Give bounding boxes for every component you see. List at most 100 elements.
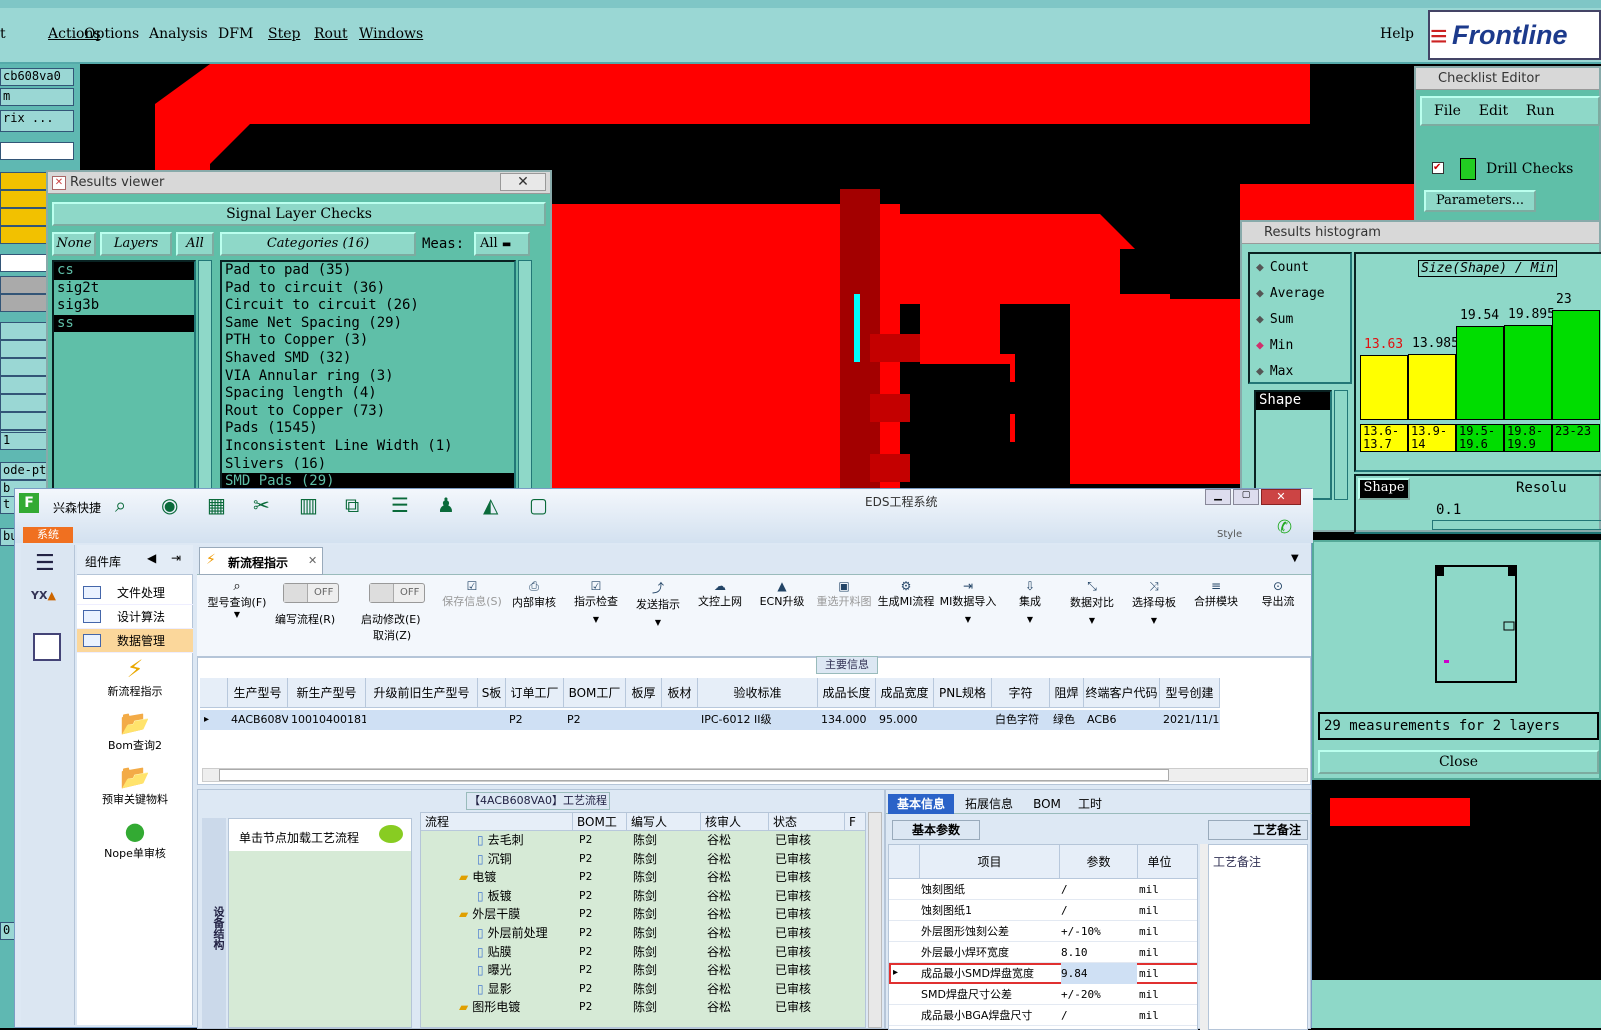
table-cell[interactable] <box>478 710 506 730</box>
toolbar-button[interactable]: ▲ ECN升级 <box>751 579 813 609</box>
layer-item[interactable]: sig2t <box>54 280 194 298</box>
flow-row[interactable]: ▯ 沉铜 P2 陈剑 谷松 已审核 <box>421 850 865 869</box>
menu-item-options[interactable]: Options <box>84 26 139 42</box>
flow-column-header[interactable]: F <box>845 813 865 831</box>
toolbar-button[interactable]: ⇥ MI数据导入 ▼ <box>937 579 999 624</box>
category-item[interactable]: Shaved SMD (32) <box>222 350 514 368</box>
toolbar-button[interactable]: ⤡ 数据对比 ▼ <box>1061 579 1123 625</box>
flow-row[interactable]: ▯ 曝光 P2 陈剑 谷松 已审核 <box>421 961 865 980</box>
flow-column-header[interactable]: 核审人 <box>701 813 769 831</box>
category-item[interactable]: Circuit to circuit (26) <box>222 297 514 315</box>
stat-option-count[interactable]: ◆ Count <box>1256 260 1309 275</box>
column-header[interactable]: 生产型号 <box>228 678 288 708</box>
layer-row[interactable] <box>0 142 74 160</box>
menu-item-step[interactable]: Step <box>268 26 300 42</box>
toolbar-button[interactable]: ☁ 文控上网 <box>689 579 751 609</box>
check-icon[interactable]: ✔ <box>1432 162 1444 174</box>
shape-scrollbar[interactable] <box>1334 390 1348 500</box>
flow-scrollbar[interactable] <box>868 812 882 1028</box>
minimize-icon[interactable]: ▁ <box>1205 489 1231 505</box>
category-item[interactable]: PTH to Copper (3) <box>222 332 514 350</box>
param-row[interactable]: 蚀刻图纸 / mil <box>889 879 1197 900</box>
params-scrollbar[interactable] <box>1200 844 1208 1030</box>
device-struct-tab[interactable]: 设备结构 <box>202 818 226 1028</box>
window-icon[interactable]: ▢ <box>529 493 548 517</box>
toolbar-button[interactable]: ▣ 重选开料图 <box>813 579 875 609</box>
close-icon[interactable]: ✕ <box>500 173 546 191</box>
category-item[interactable]: Pads (1545) <box>222 420 514 438</box>
tool-item[interactable]: ⚡ 新流程指示 <box>77 655 193 709</box>
flow-row[interactable]: ▯ 显影 P2 陈剑 谷松 已审核 <box>421 980 865 999</box>
categories-list[interactable]: Pad to pad (35) Pad to circuit (36) Circui… <box>220 260 516 500</box>
param-row[interactable]: 外层图形蚀刻公差 +/-10% mil <box>889 921 1197 942</box>
flow-row[interactable]: ▯ 贴膜 P2 陈剑 谷松 已审核 <box>421 943 865 962</box>
column-header[interactable]: 板材 <box>662 678 698 708</box>
model-query-button[interactable]: ⌕ 型号查询(F) ▼ <box>201 579 273 619</box>
close-icon[interactable]: ✕ <box>1261 489 1301 505</box>
close-icon[interactable]: ✕ <box>308 554 317 567</box>
flow-column-header[interactable]: BOM工厂 <box>573 813 627 831</box>
column-header[interactable]: 成品宽度 <box>876 678 934 708</box>
column-header[interactable]: 板厚 <box>626 678 662 708</box>
param-row[interactable]: SMD焊盘尺寸公差 +/-20% mil <box>889 984 1197 1005</box>
column-header[interactable]: 验收标准 <box>698 678 818 708</box>
toolbar-button[interactable]: ☑ 保存信息(S) <box>441 579 503 609</box>
yx-icon[interactable]: YX▲ <box>31 589 63 619</box>
tool-item[interactable]: ● Nope单审核 <box>77 817 193 871</box>
toolbar-button[interactable]: ⚙ 生成MI流程 <box>875 579 937 609</box>
info-tab[interactable]: 拓展信息 <box>954 794 1024 814</box>
table-cell[interactable]: IPC-6012 II级 <box>698 710 818 730</box>
menu-item-windows[interactable]: Windows <box>359 26 423 42</box>
toolbar-button[interactable]: ⇩ 集成 ▼ <box>999 579 1061 624</box>
layers-button[interactable]: Layers <box>100 232 172 256</box>
layer-item[interactable]: ss <box>54 314 194 333</box>
table-cell[interactable]: 2021/11/13 <box>1160 710 1220 730</box>
table-cell[interactable]: ACB6 <box>1084 710 1160 730</box>
column-header[interactable]: 成品长度 <box>818 678 876 708</box>
toolbar-button[interactable]: ⤨ 选择母板 ▼ <box>1123 579 1185 625</box>
flow-column-header[interactable]: 流程 <box>421 813 573 831</box>
all-button[interactable]: All <box>176 232 214 256</box>
pin-icon[interactable]: ⇥ <box>171 551 181 565</box>
flow-column-header[interactable]: 状态 <box>769 813 845 831</box>
layout-icon[interactable]: ▥ <box>299 493 318 517</box>
toolbar-button[interactable]: ⊙ 导出流 <box>1247 579 1309 609</box>
user-icon[interactable]: ♟ <box>437 493 455 517</box>
column-header[interactable]: 字符 <box>992 678 1050 708</box>
globe-icon[interactable]: ◉ <box>161 493 178 517</box>
flow-row[interactable]: ▯ 去毛刺 P2 陈剑 谷松 已审核 <box>421 831 865 850</box>
search-icon[interactable]: ⌕ <box>115 493 126 517</box>
menu-item-analysis[interactable]: Analysis <box>149 26 208 42</box>
craft-note-tab[interactable]: 工艺备注 <box>1208 820 1308 840</box>
table-cell[interactable] <box>662 710 698 730</box>
resolution-slider[interactable] <box>1432 520 1601 530</box>
param-row[interactable]: ▸ 成品最小SMD焊盘宽度 9.84 mil <box>889 963 1197 984</box>
param-row[interactable]: 外层最小焊环宽度 8.10 mil <box>889 942 1197 963</box>
layer-item[interactable]: cs <box>54 262 194 280</box>
toolbar-button[interactable]: ≡ 合拼模块 <box>1185 579 1247 609</box>
tool-item[interactable]: 📂 Bom查询2 <box>77 709 193 763</box>
layers-scrollbar[interactable] <box>198 260 212 500</box>
copy-icon[interactable]: ⧉ <box>345 493 359 517</box>
stat-option-sum[interactable]: ◆ Sum <box>1256 312 1293 327</box>
horizontal-scrollbar[interactable] <box>202 768 1308 782</box>
layer-item[interactable]: sig3b <box>54 297 194 315</box>
write-flow-toggle[interactable]: OFF <box>283 583 339 603</box>
info-tab[interactable]: BOM <box>1024 794 1070 814</box>
column-header[interactable]: 订单工厂 <box>506 678 564 708</box>
histogram-bar[interactable] <box>1408 353 1456 420</box>
flow-column-header[interactable]: 编写人 <box>627 813 701 831</box>
category-item[interactable]: Spacing length (4) <box>222 385 514 403</box>
tab-system[interactable]: 系统 <box>23 527 73 543</box>
column-header[interactable]: S板 <box>478 678 506 708</box>
shape-button[interactable]: Shape <box>1358 478 1410 500</box>
flow-row[interactable]: ▯ 外层前处理 P2 陈剑 谷松 已审核 <box>421 924 865 943</box>
table-cell[interactable]: 10010400181077 <box>288 710 366 730</box>
file-menu[interactable]: File <box>1434 103 1461 119</box>
category-item[interactable]: Pad to pad (35) <box>222 262 514 280</box>
param-column-header[interactable]: 项目 <box>919 845 1059 879</box>
menu-item-rout[interactable]: Rout <box>314 26 348 42</box>
tool-item[interactable]: 📂 预审关键物料 <box>77 763 193 817</box>
library-item[interactable]: 设计算法 <box>77 605 193 629</box>
table-cell[interactable]: P2 <box>564 710 626 730</box>
